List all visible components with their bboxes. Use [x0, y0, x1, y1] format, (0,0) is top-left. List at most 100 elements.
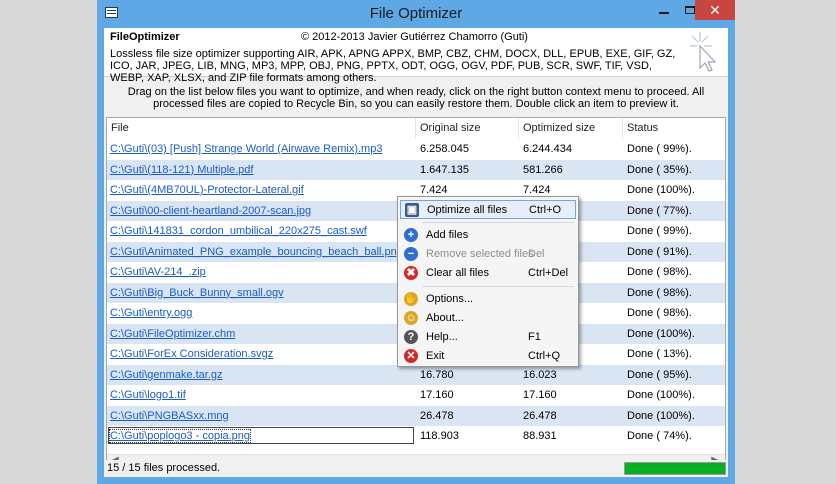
row-status: Done ( 99%).	[627, 143, 692, 155]
row-status: Done ( 98%).	[627, 266, 692, 278]
row-original-size: 7.424	[420, 184, 448, 196]
menu-item-remove-selected[interactable]: − Remove selected files Del	[400, 245, 576, 264]
close-icon: ✕	[709, 2, 721, 18]
row-status: Done ( 98%).	[627, 307, 692, 319]
row-file[interactable]: C:\Guti\00-client-heartland-2007-scan.jp…	[110, 205, 311, 217]
app-description: Lossless file size optimizer supporting …	[110, 48, 676, 84]
row-file[interactable]: C:\Guti\ForEx Consideration.svgz	[110, 348, 273, 360]
about-icon: ☺	[404, 311, 418, 325]
row-status: Done ( 99%).	[627, 225, 692, 237]
row-optimized-size: 17.160	[523, 389, 557, 401]
row-file[interactable]: C:\Guti\141831_cordon_umbilical_220x275_…	[110, 225, 367, 237]
maximize-icon	[685, 6, 695, 14]
row-status: Done ( 95%).	[627, 368, 692, 381]
row-optimized-size: 88.931	[523, 430, 557, 442]
remove-icon: −	[404, 247, 418, 261]
app-header: FileOptimizer © 2012-2013 Javier Gutiérr…	[104, 28, 728, 84]
row-file[interactable]: C:\Guti\PNGBASxx.mng	[110, 410, 229, 422]
menu-item-exit[interactable]: ✕ Exit Ctrl+Q	[400, 347, 576, 366]
row-status: Done ( 77%).	[627, 204, 692, 217]
row-status: Done (100%).	[627, 184, 695, 196]
clear-icon: ✖	[404, 266, 418, 280]
options-icon: ✋	[404, 292, 418, 306]
menu-item-label: Exit	[426, 350, 445, 362]
table-row[interactable]: C:\Guti\PNGBASxx.mng 26.478 26.478 Done (10…	[107, 405, 725, 426]
row-optimized-size: 26.478	[523, 409, 557, 422]
row-optimized-size: 581.266	[523, 163, 563, 176]
row-file[interactable]: C:\Guti\entry.ogg	[110, 307, 192, 319]
close-button[interactable]: ✕	[695, 0, 735, 20]
cursor-sparkle-icon	[690, 32, 717, 72]
optimize-icon: ▣	[405, 203, 419, 217]
instructions-text: Drag on the list below files you want to…	[127, 86, 705, 110]
column-header-original[interactable]: Original size	[420, 122, 481, 134]
minimize-icon	[659, 12, 669, 14]
table-row[interactable]: C:\Guti\(118-121) Multiple.pdf 1.647.135 5…	[107, 159, 725, 180]
row-status: Done ( 13%).	[627, 348, 692, 360]
add-icon: +	[404, 228, 418, 242]
column-header-status[interactable]: Status	[627, 122, 658, 134]
row-file[interactable]: C:\Guti\FileOptimizer.chm	[110, 328, 235, 340]
column-divider[interactable]	[622, 118, 623, 139]
row-file[interactable]: C:\Guti\(4MB70UL)-Protector-Lateral.gif	[110, 184, 304, 196]
row-optimized-size: 6.244.434	[523, 143, 572, 155]
app-name: FileOptimizer	[110, 31, 180, 43]
status-bar: 15 / 15 files processed.	[104, 460, 728, 477]
menu-item-shortcut: Ctrl+Del	[528, 267, 569, 279]
menu-separator	[422, 286, 574, 287]
minimize-button[interactable]	[651, 0, 677, 20]
menu-item-shortcut: Del	[528, 248, 545, 260]
row-status: Done ( 35%).	[627, 163, 692, 176]
row-original-size: 17.160	[420, 389, 454, 401]
menu-item-clear-all[interactable]: ✖ Clear all files Ctrl+Del	[400, 264, 576, 283]
copyright-text: © 2012-2013 Javier Gutiérrez Chamorro (G…	[301, 31, 528, 43]
row-file[interactable]: C:\Guti\AV-214_.zip	[110, 266, 206, 278]
row-status: Done ( 98%).	[627, 286, 692, 299]
row-file[interactable]: C:\Guti\genmake.tar.gz	[110, 369, 223, 381]
row-original-size: 26.478	[420, 409, 454, 422]
row-original-size: 1.647.135	[420, 163, 469, 176]
column-header-optimized[interactable]: Optimized size	[523, 122, 595, 134]
row-file[interactable]: C:\Guti\poplogo3 - copia.png	[108, 429, 252, 443]
menu-item-label: About...	[426, 312, 464, 324]
row-file[interactable]: C:\Guti\(03) [Push] Strange World (Airwa…	[110, 143, 382, 155]
row-original-size: 118.903	[420, 430, 459, 442]
table-row[interactable]: C:\Guti\logo1.tif 17.160 17.160 Done (100%)…	[107, 385, 725, 406]
row-status: Done (100%).	[627, 327, 695, 340]
menu-item-label: Help...	[426, 331, 458, 343]
table-row[interactable]: C:\Guti\genmake.tar.gz 16.780 16.023 Done (…	[107, 364, 725, 385]
menu-item-label: Optimize all files	[427, 204, 508, 216]
row-original-size: 16.780	[420, 368, 454, 381]
exit-icon: ✕	[404, 349, 418, 363]
menu-item-shortcut: Ctrl+O	[529, 204, 562, 216]
context-menu: ▣ Optimize all files Ctrl+O + Add files − Re…	[397, 196, 579, 367]
row-optimized-size: 7.424	[523, 184, 551, 196]
row-file[interactable]: C:\Guti\Big_Buck_Bunny_small.ogv	[110, 287, 284, 299]
menu-item-label: Remove selected files	[426, 248, 534, 260]
status-text: 15 / 15 files processed.	[107, 462, 221, 474]
column-divider[interactable]	[518, 118, 519, 139]
row-optimized-size: 16.023	[523, 368, 557, 381]
menu-item-label: Add files	[426, 229, 469, 241]
title-bar[interactable]: File Optimizer ✕	[97, 0, 735, 28]
menu-item-optimize-all[interactable]: ▣ Optimize all files Ctrl+O	[400, 200, 576, 219]
table-row[interactable]: C:\Guti\(03) [Push] Strange World (Airwa…	[107, 139, 725, 160]
progress-bar	[624, 462, 726, 475]
menu-item-label: Options...	[426, 293, 474, 305]
row-file[interactable]: C:\Guti\(118-121) Multiple.pdf	[110, 164, 253, 176]
help-icon: ?	[404, 330, 418, 344]
menu-item-help[interactable]: ? Help... F1	[400, 328, 576, 347]
menu-item-options[interactable]: ✋ Options...	[400, 290, 576, 309]
menu-separator	[422, 222, 574, 223]
row-status: Done (100%).	[627, 389, 695, 401]
row-file[interactable]: C:\Guti\logo1.tif	[110, 389, 186, 401]
column-divider[interactable]	[415, 118, 416, 139]
row-status: Done ( 91%).	[627, 245, 692, 258]
menu-item-about[interactable]: ☺ About...	[400, 309, 576, 328]
column-header-file[interactable]: File	[111, 122, 129, 134]
row-file[interactable]: C:\Guti\Animated_PNG_example_bouncing_be…	[110, 246, 403, 258]
table-row-selected[interactable]: C:\Guti\poplogo3 - copia.png 118.903 88.93…	[107, 426, 725, 447]
row-status: Done (100%).	[627, 409, 695, 422]
menu-item-add-files[interactable]: + Add files	[400, 226, 576, 245]
row-original-size: 6.258.045	[420, 143, 469, 155]
